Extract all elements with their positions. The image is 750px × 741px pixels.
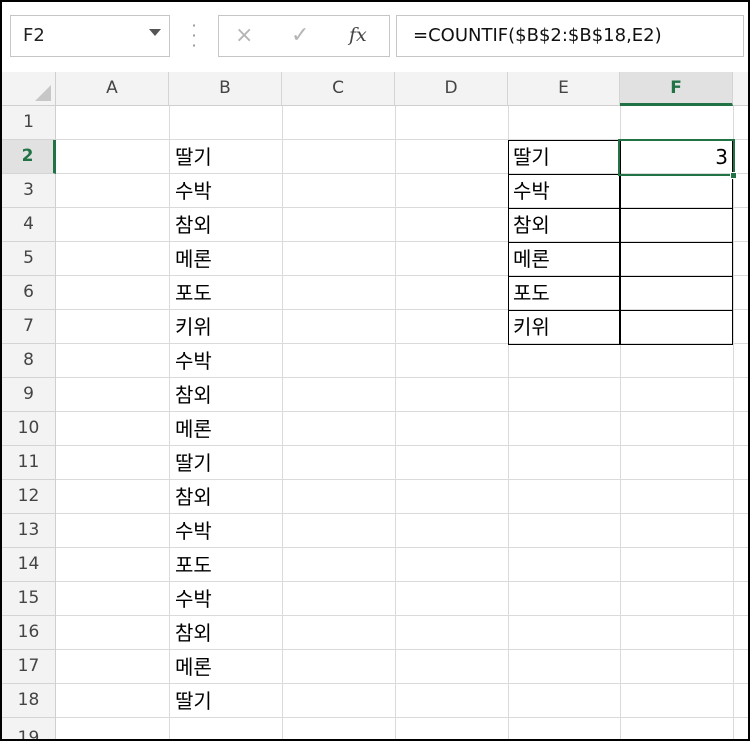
- row-header-10[interactable]: 10: [2, 412, 56, 446]
- cell-e2[interactable]: 딸기: [508, 140, 621, 175]
- grid-line: [56, 411, 748, 412]
- cell-b7[interactable]: 키위: [169, 310, 212, 344]
- cell-b16[interactable]: 참외: [169, 616, 212, 650]
- cell-b14[interactable]: 포도: [169, 548, 212, 582]
- cancel-icon[interactable]: ×: [235, 23, 253, 48]
- cell-b4[interactable]: 참외: [169, 208, 212, 242]
- name-box[interactable]: F2: [10, 15, 170, 57]
- row-header-17[interactable]: 17: [2, 650, 56, 684]
- row-header-11[interactable]: 11: [2, 446, 56, 480]
- row-header-18[interactable]: 18: [2, 684, 56, 718]
- row-header-1[interactable]: 1: [2, 106, 56, 140]
- formula-bar: F2 · · · × ✓ fx =COUNTIF($B$2:$B$18,E2): [2, 2, 748, 72]
- grid-line: [56, 581, 748, 582]
- column-header-c[interactable]: C: [282, 72, 395, 106]
- cell-b18[interactable]: 딸기: [169, 684, 212, 718]
- cell-f5[interactable]: [619, 242, 733, 277]
- cell-f7[interactable]: [619, 310, 733, 345]
- row-header-14[interactable]: 14: [2, 548, 56, 582]
- grid-line: [56, 717, 748, 718]
- select-all-button[interactable]: [2, 72, 56, 106]
- name-box-value: F2: [23, 25, 45, 46]
- cell-b13[interactable]: 수박: [169, 514, 212, 548]
- row-header-3[interactable]: 3: [2, 174, 56, 208]
- row-header-7[interactable]: 7: [2, 310, 56, 344]
- column-header-g-partial[interactable]: [733, 72, 748, 106]
- grid-line: [282, 106, 283, 739]
- cell-e6[interactable]: 포도: [508, 276, 621, 311]
- cell-b2[interactable]: 딸기: [169, 140, 212, 174]
- select-all-triangle-icon: [35, 85, 51, 101]
- grid-line: [56, 683, 748, 684]
- enter-icon[interactable]: ✓: [291, 23, 309, 48]
- column-header-a[interactable]: A: [56, 72, 169, 106]
- cell-e4[interactable]: 참외: [508, 208, 621, 243]
- row-header-9[interactable]: 9: [2, 378, 56, 412]
- grid-line: [395, 106, 396, 739]
- cell-b11[interactable]: 딸기: [169, 446, 212, 480]
- row-header-12[interactable]: 12: [2, 480, 56, 514]
- column-header-e[interactable]: E: [508, 72, 620, 106]
- grid-line: [56, 513, 748, 514]
- fill-handle[interactable]: [730, 172, 737, 179]
- cell-f4[interactable]: [619, 208, 733, 243]
- row-header-13[interactable]: 13: [2, 514, 56, 548]
- cell-e7[interactable]: 키위: [508, 310, 621, 345]
- cell-b9[interactable]: 참외: [169, 378, 212, 412]
- row-header-5[interactable]: 5: [2, 242, 56, 276]
- spreadsheet-window: F2 · · · × ✓ fx =COUNTIF($B$2:$B$18,E2) A …: [0, 0, 750, 741]
- chevron-down-icon[interactable]: [149, 29, 161, 36]
- grid-line: [56, 377, 748, 378]
- grid-line: [56, 649, 748, 650]
- active-cell-border: [618, 139, 735, 176]
- more-options-icon[interactable]: · · ·: [188, 18, 200, 54]
- row-header-16[interactable]: 16: [2, 616, 56, 650]
- column-header-b[interactable]: B: [169, 72, 282, 106]
- column-header-f[interactable]: F: [620, 72, 733, 106]
- grid-line: [56, 445, 748, 446]
- formula-text: =COUNTIF($B$2:$B$18,E2): [413, 25, 662, 46]
- cell-b17[interactable]: 메론: [169, 650, 212, 684]
- formula-input[interactable]: =COUNTIF($B$2:$B$18,E2): [396, 15, 744, 57]
- cell-b5[interactable]: 메론: [169, 242, 212, 276]
- column-header-d[interactable]: D: [395, 72, 508, 106]
- cell-b6[interactable]: 포도: [169, 276, 212, 310]
- grid-line: [56, 479, 748, 480]
- cell-f3[interactable]: [619, 174, 733, 209]
- cell-e5[interactable]: 메론: [508, 242, 621, 277]
- grid-line: [56, 615, 748, 616]
- row-header-19[interactable]: 19: [2, 718, 56, 739]
- worksheet-grid: A B C D E F 1 2 3 4 5 6 7 8 9 10 11 12 1…: [2, 72, 748, 739]
- row-header-8[interactable]: 8: [2, 344, 56, 378]
- cell-f6[interactable]: [619, 276, 733, 311]
- formula-buttons: × ✓ fx: [218, 15, 390, 57]
- cell-b12[interactable]: 참외: [169, 480, 212, 514]
- cell-e3[interactable]: 수박: [508, 174, 621, 209]
- cell-b8[interactable]: 수박: [169, 344, 212, 378]
- cell-b15[interactable]: 수박: [169, 582, 212, 616]
- insert-function-icon[interactable]: fx: [349, 24, 367, 46]
- row-header-6[interactable]: 6: [2, 276, 56, 310]
- row-header-2[interactable]: 2: [2, 140, 56, 174]
- row-header-4[interactable]: 4: [2, 208, 56, 242]
- row-header-15[interactable]: 15: [2, 582, 56, 616]
- cell-b10[interactable]: 메론: [169, 412, 212, 446]
- cell-b3[interactable]: 수박: [169, 174, 212, 208]
- grid-line: [733, 106, 734, 739]
- grid-line: [56, 547, 748, 548]
